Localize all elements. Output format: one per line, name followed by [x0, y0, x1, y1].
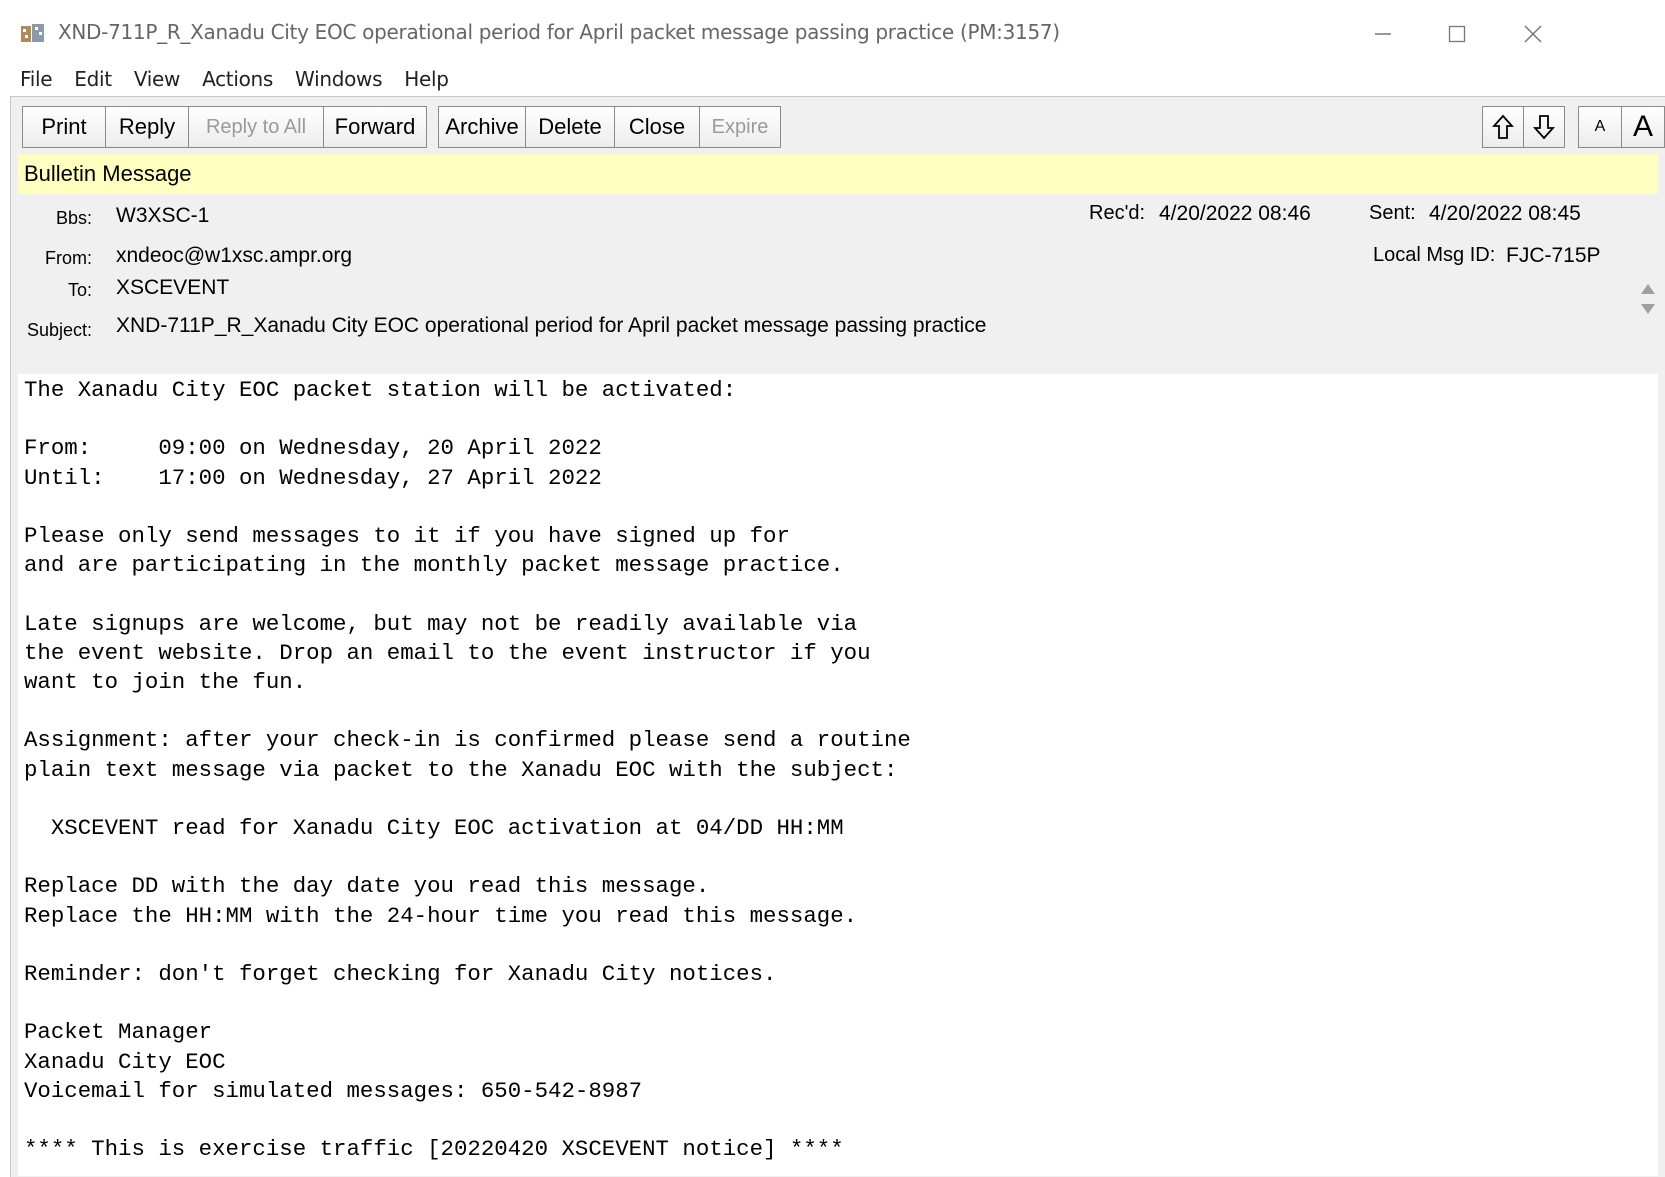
- toolbar: Print Reply Reply to All Forward Archive…: [22, 104, 781, 150]
- menu-actions[interactable]: Actions: [192, 67, 285, 91]
- from-label: From:: [45, 248, 92, 268]
- received-value: 4/20/2022 08:46: [1159, 202, 1311, 225]
- outpost-app-icon: [21, 24, 44, 42]
- arrow-up-icon: [1492, 114, 1514, 139]
- previous-message-button[interactable]: [1482, 106, 1524, 148]
- message-body[interactable]: The Xanadu City EOC packet station will …: [18, 374, 1658, 1176]
- from-value: xndeoc@w1xsc.ampr.org: [116, 244, 353, 267]
- menu-view[interactable]: View: [124, 67, 192, 91]
- font-larger-button[interactable]: A: [1621, 106, 1665, 148]
- close-icon: [1524, 25, 1542, 43]
- sent-label: Sent:: [1369, 202, 1416, 224]
- font-smaller-button[interactable]: A: [1578, 106, 1622, 148]
- next-message-button[interactable]: [1523, 106, 1565, 148]
- local-msg-id-label: Local Msg ID:: [1373, 244, 1496, 266]
- menu-file[interactable]: File: [0, 67, 64, 91]
- menu-bar: File Edit View Actions Windows Help: [0, 62, 1665, 96]
- minimize-icon: [1375, 33, 1391, 35]
- received-label: Rec'd:: [1089, 202, 1146, 224]
- title-bar: XND-711P_R_Xanadu City EOC operational p…: [0, 0, 1665, 68]
- header-scroll-arrows-icon[interactable]: [1640, 282, 1656, 316]
- sent-value: 4/20/2022 08:45: [1429, 202, 1581, 225]
- expire-button[interactable]: Expire: [699, 106, 781, 148]
- forward-button[interactable]: Forward: [323, 106, 427, 148]
- reply-all-button[interactable]: Reply to All: [188, 106, 324, 148]
- to-value: XSCEVENT: [116, 276, 230, 299]
- subject-label: Subject:: [26, 320, 92, 340]
- menu-help[interactable]: Help: [394, 67, 460, 91]
- window-title: XND-711P_R_Xanadu City EOC operational p…: [58, 20, 1060, 44]
- bbs-label: Bbs:: [55, 208, 92, 228]
- message-header: Bbs: W3XSC-1 From: xndeoc@w1xsc.ampr.org…: [18, 194, 1658, 374]
- menu-edit[interactable]: Edit: [64, 67, 124, 91]
- print-button[interactable]: Print: [22, 106, 106, 148]
- reply-button[interactable]: Reply: [105, 106, 189, 148]
- message-type-banner: Bulletin Message: [18, 154, 1658, 194]
- menu-windows[interactable]: Windows: [285, 67, 394, 91]
- archive-button[interactable]: Archive: [438, 106, 526, 148]
- message-body-text: The Xanadu City EOC packet station will …: [24, 377, 911, 1163]
- maximize-icon: [1448, 25, 1466, 43]
- close-window-button[interactable]: [1508, 14, 1558, 54]
- subject-value: XND-711P_R_Xanadu City EOC operational p…: [116, 314, 987, 337]
- arrow-down-icon: [1533, 115, 1555, 140]
- navigation-tools: A A: [1482, 104, 1665, 150]
- maximize-button[interactable]: [1432, 14, 1482, 54]
- delete-button[interactable]: Delete: [525, 106, 615, 148]
- bbs-value: W3XSC-1: [116, 204, 210, 227]
- local-msg-id-value: FJC-715P: [1506, 244, 1601, 267]
- close-button[interactable]: Close: [614, 106, 700, 148]
- to-label: To:: [67, 280, 92, 300]
- minimize-button[interactable]: [1358, 14, 1408, 54]
